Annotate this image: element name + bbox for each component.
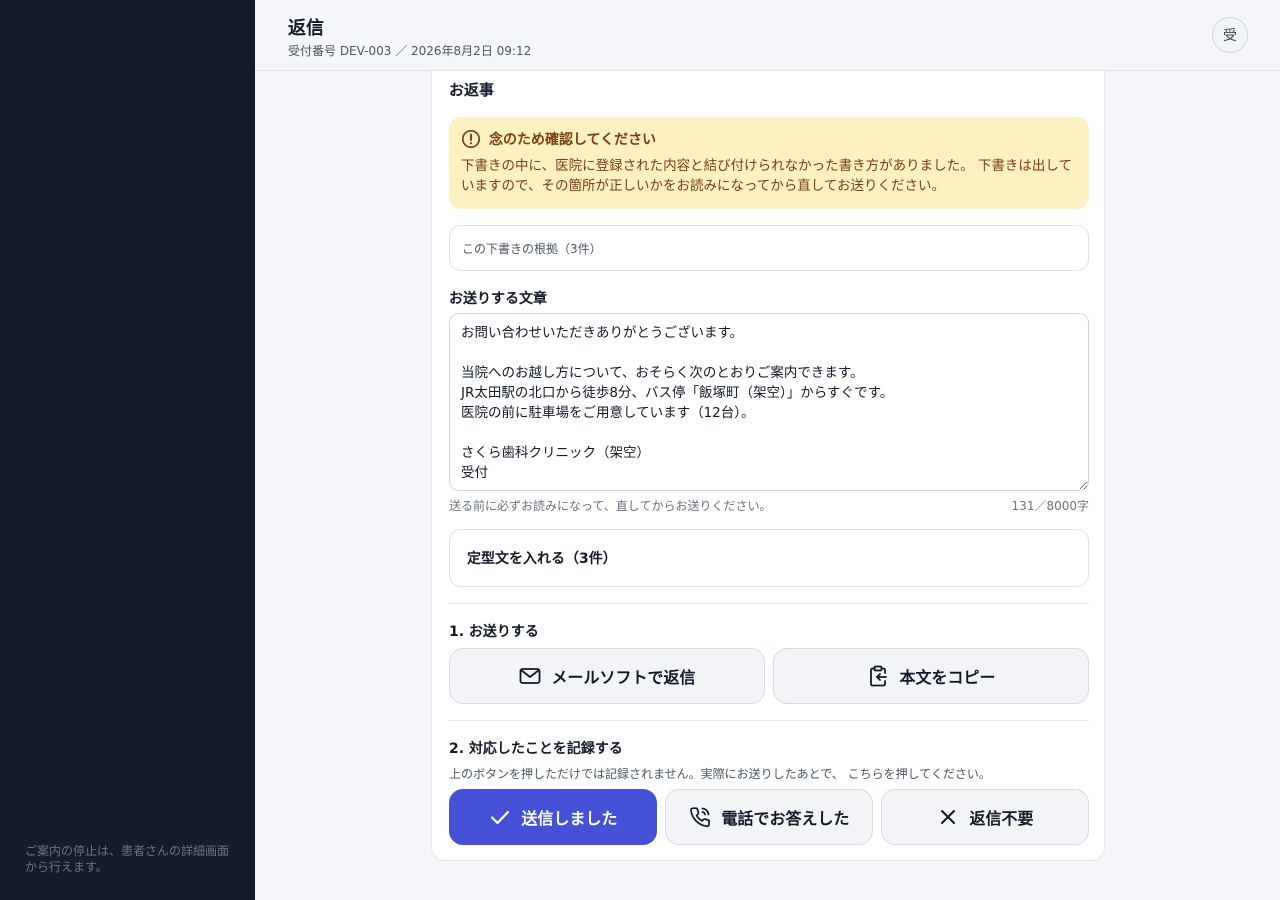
- reply-hint: 送る前に必ずお読みになって、直してからお送りください。: [449, 499, 772, 513]
- warning-title: 念のため確認してください: [489, 132, 657, 148]
- mail-reply-button[interactable]: メールソフトで返信: [449, 648, 765, 704]
- close-icon: [941, 810, 956, 824]
- reply-hint-row: 送る前に必ずお読みになって、直してからお送りください。 131／8000字: [449, 497, 1089, 514]
- step2-title: 2. 対応したことを記録する: [449, 741, 623, 757]
- avatar[interactable]: 受: [1212, 17, 1248, 53]
- warning-body: 下書きの中に、医院に登録された内容と結び付けられなかった書き方がありました。 下…: [461, 158, 1072, 194]
- no-reply-needed-label: 返信不要: [969, 809, 1034, 828]
- mark-sent-label: 送信しました: [521, 809, 618, 828]
- reply-text-label: お送りする文章: [449, 291, 547, 307]
- section-title: お返事: [449, 81, 495, 99]
- page-subtitle: 受付番号 DEV-003 ／ 2026年8月2日 09:12: [288, 44, 532, 58]
- draft-basis-toggle[interactable]: この下書きの根拠（3件）: [449, 225, 1089, 271]
- no-reply-needed-button[interactable]: 返信不要: [881, 789, 1089, 845]
- check-icon: [491, 810, 510, 825]
- templates-toggle[interactable]: 定型文を入れる（3件）: [449, 529, 1089, 587]
- mail-icon: [520, 668, 541, 684]
- answered-by-phone-label: 電話でお答えした: [721, 809, 850, 828]
- clipboard-copy-icon: [870, 665, 888, 687]
- answered-by-phone-button[interactable]: 電話でお答えした: [665, 789, 873, 845]
- alert-circle-icon: [461, 129, 481, 149]
- reply-textarea[interactable]: お問い合わせいただきありがとうございます。 当院へのお越し方について、おそらく次…: [449, 313, 1089, 491]
- char-count: 131／8000字: [1011, 499, 1089, 513]
- copy-text-button[interactable]: 本文をコピー: [773, 648, 1089, 704]
- sidebar: ご案内の停止は、患者さんの詳細画面から行えます。: [0, 0, 255, 900]
- sidebar-note: ご案内の停止は、患者さんの詳細画面から行えます。: [25, 844, 230, 874]
- step1-title: 1. お送りする: [449, 624, 539, 640]
- warning-banner: 念のため確認してください 下書きの中に、医院に登録された内容と結び付けられなかっ…: [449, 117, 1089, 209]
- step2-note: 上のボタンを押しただけでは記録されません。実際にお送りしたあとで、 こちらを押し…: [449, 767, 991, 781]
- divider: [449, 720, 1089, 721]
- phone-call-icon: [690, 807, 711, 828]
- reply-card: お返事 念のため確認してください 下書きの中に、医院に登録された内容と結び付けら…: [431, 50, 1105, 861]
- divider: [449, 603, 1089, 604]
- page-header: 返信 受付番号 DEV-003 ／ 2026年8月2日 09:12 受: [255, 0, 1280, 71]
- mark-sent-button[interactable]: 送信しました: [449, 789, 657, 845]
- page-title: 返信: [288, 18, 324, 39]
- record-actions: 送信しました 電話でお答えした 返信不要: [449, 789, 1089, 845]
- mail-reply-label: メールソフトで返信: [551, 668, 696, 687]
- send-actions: メールソフトで返信 本文をコピー: [449, 648, 1089, 704]
- copy-text-label: 本文をコピー: [899, 668, 996, 687]
